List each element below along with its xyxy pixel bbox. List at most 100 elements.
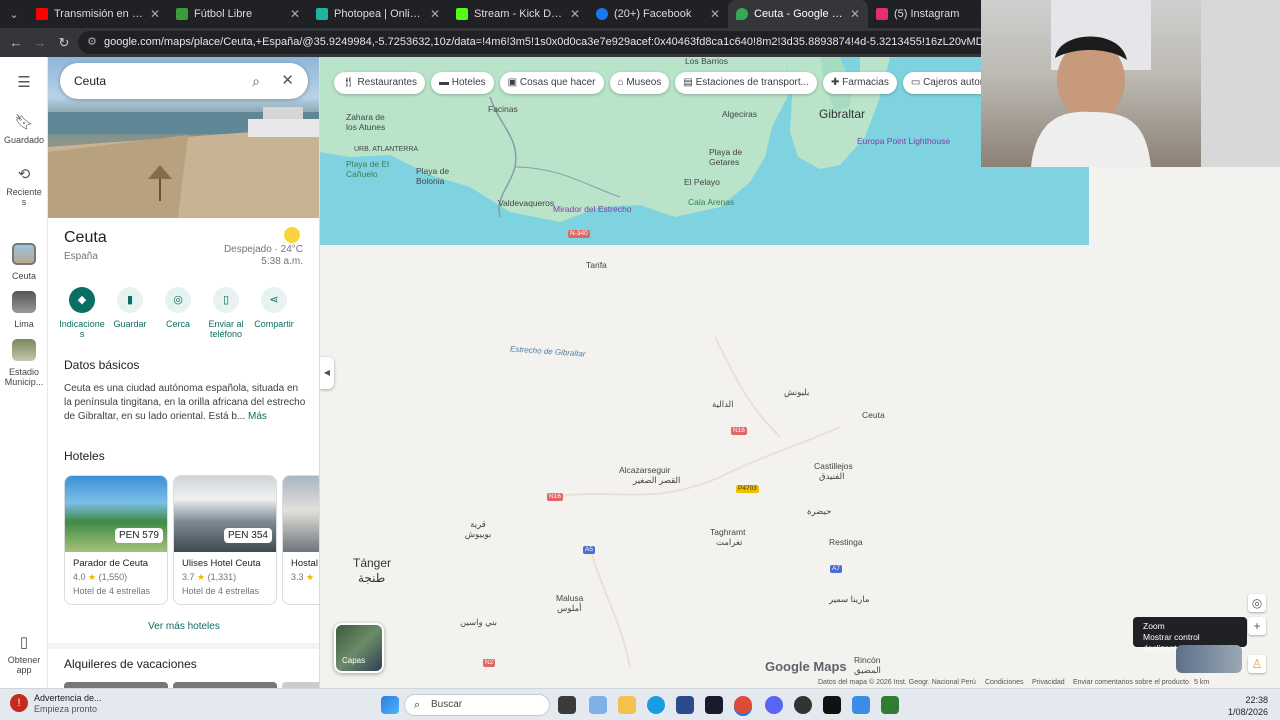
share-button[interactable]: ⋖ Compartir xyxy=(250,287,298,339)
maps-app-icon[interactable] xyxy=(852,696,870,714)
system-clock[interactable]: 22:38 1/08/2026 xyxy=(1228,694,1268,718)
collapse-panel-button[interactable]: ◀ xyxy=(320,357,334,389)
chip-transit[interactable]: ▤ Estaciones de transport... xyxy=(675,72,817,94)
rail-item-estadio[interactable]: Estadio Municip... xyxy=(0,339,48,387)
steam-icon[interactable] xyxy=(794,696,812,714)
get-app-label: Obtener app xyxy=(7,655,41,675)
send-to-phone-button[interactable]: ▯ Enviar al teléfono xyxy=(202,287,250,339)
chip-pharmacies[interactable]: ✚ Farmacias xyxy=(822,72,897,94)
map-label: تغرامت xyxy=(716,537,743,547)
action-label: Enviar al teléfono xyxy=(208,319,244,339)
tab-title: Photopea | Online Photo Editor xyxy=(334,8,424,20)
chip-museums[interactable]: ⌂ Museos xyxy=(609,72,670,94)
close-icon[interactable]: ✕ xyxy=(570,7,580,21)
more-link[interactable]: Más xyxy=(248,411,267,422)
map-label: بني واسين xyxy=(460,617,498,627)
tiktok-icon[interactable] xyxy=(823,696,841,714)
street-view-thumbnail[interactable] xyxy=(1176,645,1242,673)
locate-icon: ◎ xyxy=(1251,596,1263,610)
chip-hotels[interactable]: ▬ Hoteles xyxy=(430,72,494,94)
back-icon[interactable]: ← xyxy=(4,35,28,50)
terms-link[interactable]: Condiciones xyxy=(985,679,1024,686)
map-label: الفنيدق xyxy=(819,471,845,481)
clock-time: 22:38 xyxy=(1245,695,1268,705)
map-label: بليونش xyxy=(784,387,810,397)
app-icon[interactable] xyxy=(881,696,899,714)
lima-thumbnail xyxy=(12,291,36,313)
hotel-name: Parador de Ceuta xyxy=(73,558,148,569)
tab-youtube[interactable]: Transmisión en vivo - YouTube ✕ xyxy=(28,0,168,28)
notification-widget[interactable]: ! Advertencia de... Empieza pronto xyxy=(10,693,102,715)
edge-icon[interactable] xyxy=(647,696,665,714)
layers-button[interactable]: Capas xyxy=(334,623,384,673)
tooltip-title: Zoom xyxy=(1143,621,1165,631)
map-label: القصر الصغير xyxy=(633,475,681,485)
discord-icon[interactable] xyxy=(765,696,783,714)
history-icon: ⟲ xyxy=(17,166,31,183)
close-icon[interactable]: ✕ xyxy=(290,7,300,21)
chip-restaurants[interactable]: 🍴︎ Restaurantes xyxy=(334,72,425,94)
my-location-button[interactable]: ◎ xyxy=(1248,594,1266,612)
address-bar[interactable]: ⚙ google.com/maps/place/Ceuta,+España/@3… xyxy=(78,31,998,54)
privacy-link[interactable]: Privacidad xyxy=(1032,679,1065,686)
rail-item-label: Estadio Municip... xyxy=(4,367,44,387)
site-info-icon[interactable]: ⚙ xyxy=(87,31,97,54)
hotel-card[interactable]: Hostal 3.3 ★ xyxy=(282,475,319,605)
tab-futbol-libre[interactable]: Fútbol Libre ✕ xyxy=(168,0,308,28)
recent-button[interactable]: ⟲ Recientes xyxy=(0,165,48,207)
close-icon[interactable]: ✕ xyxy=(710,7,720,21)
tab-google-maps[interactable]: Ceuta - Google Maps ✕ xyxy=(728,0,868,28)
chrome-icon[interactable] xyxy=(734,696,752,714)
recent-label: Recientes xyxy=(6,187,42,207)
map-label: Playa de Bolonia xyxy=(416,166,450,186)
get-app-button[interactable]: ▯ Obtener app xyxy=(0,633,48,675)
feedback-link[interactable]: Enviar comentarios sobre el producto xyxy=(1073,679,1189,686)
obs-icon[interactable] xyxy=(705,696,723,714)
rail-item-lima[interactable]: Lima xyxy=(0,291,48,329)
rating-value: 3.3 xyxy=(291,572,304,582)
chip-things-to-do[interactable]: ▣ Cosas que hacer xyxy=(499,72,604,94)
zoom-in-button[interactable]: + xyxy=(1248,617,1266,635)
see-more-hotels-link[interactable]: Ver más hoteles xyxy=(48,621,319,632)
copilot-icon[interactable] xyxy=(589,696,607,714)
category-chips: 🍴︎ Restaurantes ▬ Hoteles ▣ Cosas que ha… xyxy=(334,72,1010,94)
hotel-rating: 3.7 ★ (1,331) xyxy=(174,569,276,583)
windows-start-icon[interactable] xyxy=(381,696,399,714)
action-label: Compartir xyxy=(254,319,294,329)
tab-kick[interactable]: Stream - Kick Dashboard ✕ xyxy=(448,0,588,28)
file-explorer-icon[interactable] xyxy=(618,696,636,714)
search-input[interactable]: Ceuta ⌕ ✕ xyxy=(60,63,308,99)
bookmark-icon: 🔖︎ xyxy=(14,114,34,131)
rail-item-ceuta[interactable]: Ceuta xyxy=(0,243,48,281)
directions-button[interactable]: ◆ Indicaciones xyxy=(58,287,106,339)
road-shield: A5 xyxy=(583,546,595,554)
hotel-name: Ulises Hotel Ceuta xyxy=(182,558,261,569)
map-label: Playa de Getares xyxy=(709,147,743,167)
basics-heading: Datos básicos xyxy=(64,358,140,372)
close-icon[interactable]: ✕ xyxy=(150,7,160,21)
taskbar-search[interactable]: ⌕ Buscar xyxy=(404,694,550,716)
hotel-card[interactable]: PEN 354 Ulises Hotel Ceuta 3.7 ★ (1,331)… xyxy=(173,475,277,605)
pegman-button[interactable]: ♙ xyxy=(1248,655,1266,673)
menu-button[interactable]: ☰ xyxy=(0,73,48,95)
search-icon[interactable]: ⌕ xyxy=(252,63,260,99)
saved-button[interactable]: 🔖︎ Guardado xyxy=(0,113,48,145)
reload-icon[interactable]: ↻ xyxy=(52,35,76,51)
save-button[interactable]: ▮ Guardar xyxy=(106,287,154,339)
forward-icon[interactable]: → xyxy=(28,35,52,50)
map-label: Castillejos xyxy=(814,461,853,471)
task-view-icon[interactable] xyxy=(558,696,576,714)
place-photo[interactable]: Ceuta ⌕ ✕ xyxy=(48,57,319,218)
nearby-button[interactable]: ◎ Cerca xyxy=(154,287,202,339)
region-link[interactable]: Perú xyxy=(961,679,976,686)
weather-info: Despejado · 24°C 5:38 a.m. xyxy=(224,244,303,268)
tab-photopea[interactable]: Photopea | Online Photo Editor ✕ xyxy=(308,0,448,28)
alert-title: Advertencia de... xyxy=(34,693,102,703)
hotel-card[interactable]: PEN 579 Parador de Ceuta 4.0 ★ (1,550) H… xyxy=(64,475,168,605)
close-icon[interactable]: ✕ xyxy=(850,7,860,21)
tab-search-icon[interactable]: ⌄ xyxy=(0,0,28,28)
store-icon[interactable] xyxy=(676,696,694,714)
close-icon[interactable]: ✕ xyxy=(430,7,440,21)
tab-facebook[interactable]: (20+) Facebook ✕ xyxy=(588,0,728,28)
close-icon[interactable]: ✕ xyxy=(281,63,294,99)
